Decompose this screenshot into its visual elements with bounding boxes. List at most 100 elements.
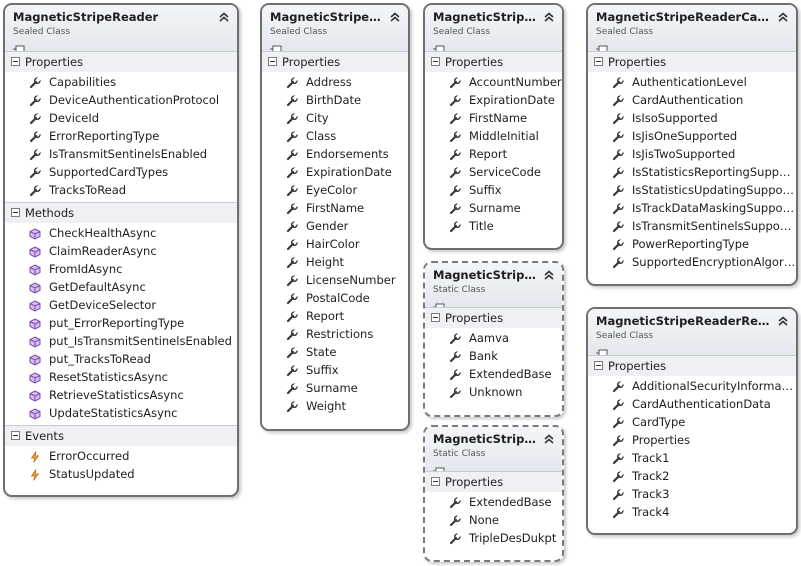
member-item[interactable]: Gender [262, 217, 408, 235]
member-item[interactable]: CardAuthentication [588, 91, 796, 109]
member-item[interactable]: put_IsTransmitSentinelsEnabled [5, 332, 237, 350]
section-header-properties[interactable]: Properties [5, 51, 237, 72]
collapse-minus-icon[interactable] [594, 57, 603, 66]
section-header-properties[interactable]: Properties [425, 307, 562, 328]
member-item[interactable]: Restrictions [262, 325, 408, 343]
member-item[interactable]: None [425, 511, 562, 529]
section-header-properties[interactable]: Properties [262, 51, 408, 72]
section-header-properties[interactable]: Properties [425, 51, 562, 72]
member-item[interactable]: HairColor [262, 235, 408, 253]
member-item[interactable]: Height [262, 253, 408, 271]
class-box-card-types[interactable]: MagneticStripe... Static Class Properties A… [423, 261, 564, 417]
member-item[interactable]: Suffix [262, 361, 408, 379]
member-item[interactable]: FirstName [425, 109, 562, 127]
member-item[interactable]: TripleDesDukpt [425, 529, 562, 547]
class-header[interactable]: MagneticStripeReader Sealed Class [5, 5, 237, 53]
member-item[interactable]: put_ErrorReportingType [5, 314, 237, 332]
member-item[interactable]: ExpirationDate [425, 91, 562, 109]
member-item[interactable]: AccountNumber [425, 73, 562, 91]
collapse-chevron-icon[interactable] [389, 8, 401, 22]
member-item[interactable]: EyeColor [262, 181, 408, 199]
member-item[interactable]: Report [425, 145, 562, 163]
member-item[interactable]: Track1 [588, 449, 796, 467]
member-item[interactable]: IsJisOneSupported [588, 127, 796, 145]
section-header-properties[interactable]: Properties [588, 51, 796, 72]
member-item[interactable]: Track2 [588, 467, 796, 485]
member-item[interactable]: IsJisTwoSupported [588, 145, 796, 163]
class-header[interactable]: MagneticStripe... Sealed Class [425, 5, 562, 53]
collapse-minus-icon[interactable] [431, 57, 440, 66]
member-item[interactable]: ClaimReaderAsync [5, 242, 237, 260]
collapse-chevron-icon[interactable] [543, 266, 555, 280]
member-item[interactable]: Title [425, 217, 562, 235]
class-box-reader-capabilities[interactable]: MagneticStripeReaderCapab... Sealed Class… [586, 3, 798, 286]
member-item[interactable]: CardType [588, 413, 796, 431]
member-item[interactable]: Track3 [588, 485, 796, 503]
collapse-chevron-icon[interactable] [543, 8, 555, 22]
collapse-chevron-icon[interactable] [777, 312, 789, 326]
member-item[interactable]: SupportedCardTypes [5, 163, 237, 181]
member-item[interactable]: IsStatisticsUpdatingSupported [588, 181, 796, 199]
collapse-minus-icon[interactable] [268, 57, 277, 66]
member-item[interactable]: City [262, 109, 408, 127]
member-item[interactable]: UpdateStatisticsAsync [5, 404, 237, 422]
member-item[interactable]: Endorsements [262, 145, 408, 163]
member-item[interactable]: ResetStatisticsAsync [5, 368, 237, 386]
member-item[interactable]: Unknown [425, 383, 562, 401]
section-header-events[interactable]: Events [5, 425, 237, 446]
member-item[interactable]: PowerReportingType [588, 235, 796, 253]
member-item[interactable]: Bank [425, 347, 562, 365]
member-item[interactable]: Address [262, 73, 408, 91]
member-item[interactable]: Suffix [425, 181, 562, 199]
member-item[interactable]: Track4 [588, 503, 796, 521]
member-item[interactable]: IsStatisticsReportingSupport... [588, 163, 796, 181]
member-item[interactable]: Class [262, 127, 408, 145]
member-item[interactable]: IsTransmitSentinelsSupported [588, 217, 796, 235]
member-item[interactable]: PostalCode [262, 289, 408, 307]
member-item[interactable]: Report [262, 307, 408, 325]
member-item[interactable]: ErrorOccurred [5, 447, 237, 465]
member-item[interactable]: FromIdAsync [5, 260, 237, 278]
member-item[interactable]: AuthenticationLevel [588, 73, 796, 91]
class-header[interactable]: MagneticStripeReaderReport Sealed Class [588, 309, 796, 357]
section-header-methods[interactable]: Methods [5, 202, 237, 223]
class-box-magneticstripereader[interactable]: MagneticStripeReader Sealed Class Properti… [3, 3, 239, 497]
collapse-minus-icon[interactable] [431, 477, 440, 486]
member-item[interactable]: ServiceCode [425, 163, 562, 181]
member-item[interactable]: AdditionalSecurityInformation [588, 377, 796, 395]
member-item[interactable]: IsIsoSupported [588, 109, 796, 127]
member-item[interactable]: put_TracksToRead [5, 350, 237, 368]
class-box-aamva-card-data[interactable]: MagneticStripe... Sealed Class Properties A… [260, 3, 410, 431]
member-item[interactable]: DeviceId [5, 109, 237, 127]
member-item[interactable]: GetDeviceSelector [5, 296, 237, 314]
member-item[interactable]: Surname [262, 379, 408, 397]
member-item[interactable]: ExtendedBase [425, 493, 562, 511]
member-item[interactable]: BirthDate [262, 91, 408, 109]
member-item[interactable]: FirstName [262, 199, 408, 217]
member-item[interactable]: Properties [588, 431, 796, 449]
class-header[interactable]: MagneticStripeReaderCapab... Sealed Class [588, 5, 796, 53]
member-item[interactable]: TracksToRead [5, 181, 237, 199]
class-header[interactable]: MagneticStripe... Sealed Class [262, 5, 408, 53]
section-header-properties[interactable]: Properties [425, 471, 562, 492]
member-item[interactable]: IsTransmitSentinelsEnabled [5, 145, 237, 163]
member-item[interactable]: IsTrackDataMaskingSupported [588, 199, 796, 217]
member-item[interactable]: ExpirationDate [262, 163, 408, 181]
member-item[interactable]: SupportedEncryptionAlgorit... [588, 253, 796, 271]
collapse-minus-icon[interactable] [11, 57, 20, 66]
member-item[interactable]: Capabilities [5, 73, 237, 91]
member-item[interactable]: GetDefaultAsync [5, 278, 237, 296]
member-item[interactable]: ErrorReportingType [5, 127, 237, 145]
class-box-bank-card-data[interactable]: MagneticStripe... Sealed Class Properties A… [423, 3, 564, 250]
class-box-reader-report[interactable]: MagneticStripeReaderReport Sealed Class Pr… [586, 307, 798, 535]
member-item[interactable]: Aamva [425, 329, 562, 347]
member-item[interactable]: Weight [262, 397, 408, 415]
member-item[interactable]: CardAuthenticationData [588, 395, 796, 413]
member-item[interactable]: StatusUpdated [5, 465, 237, 483]
class-header[interactable]: MagneticStripe... Static Class [425, 263, 562, 311]
class-header[interactable]: MagneticStripe... Static Class [425, 427, 562, 475]
class-box-encryption-algorithms[interactable]: MagneticStripe... Static Class Properties E… [423, 425, 564, 562]
collapse-chevron-icon[interactable] [777, 8, 789, 22]
member-item[interactable]: RetrieveStatisticsAsync [5, 386, 237, 404]
collapse-minus-icon[interactable] [594, 361, 603, 370]
